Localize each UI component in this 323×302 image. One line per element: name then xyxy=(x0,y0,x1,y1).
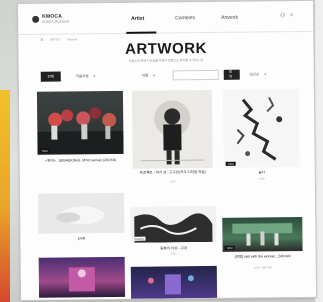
filter-type-select[interactable]: 작품유형 ▾ xyxy=(71,71,111,81)
artwork-image xyxy=(56,206,105,225)
artwork-thumbnail[interactable] xyxy=(38,256,126,298)
page-title: ARTWORK xyxy=(124,40,207,58)
search-icon[interactable]: ⌕ xyxy=(290,12,293,19)
artwork-title[interactable]: 동화의 이상 - 고대 xyxy=(131,246,217,251)
artwork-card[interactable]: Drawing 동화의 이상 - 고대 2020 xyxy=(130,205,217,263)
artwork-image xyxy=(236,96,283,161)
nav-item-contents[interactable]: Contents xyxy=(175,15,195,21)
logo-mark-icon xyxy=(32,15,40,23)
nav-item-artist[interactable]: Artist xyxy=(131,16,144,22)
artwork-meta xyxy=(39,242,125,243)
media-type-badge: Video xyxy=(224,245,235,250)
logo-subtext: KOREA MUSEUM xyxy=(42,19,70,24)
wall-stripe-left xyxy=(0,90,10,302)
artwork-image xyxy=(37,107,124,155)
artwork-thumbnail[interactable]: Video xyxy=(222,89,300,168)
artwork-thumbnail[interactable]: Video xyxy=(36,90,124,155)
media-type-badge: Video xyxy=(39,148,50,153)
artwork-meta: 2016 · 현장 작업 xyxy=(253,266,272,270)
wall-edge-right xyxy=(315,0,323,302)
artwork-image xyxy=(147,274,194,295)
artwork-card[interactable]: Video [관점] visit with the woman _SOHAN 2… xyxy=(222,217,303,274)
top-navigation: KMOCA KOREA MUSEUM Artist Contents Artwo… xyxy=(18,0,314,35)
artwork-thumbnail[interactable] xyxy=(131,89,213,169)
artwork-image xyxy=(140,100,205,165)
artwork-title[interactable]: [관점] visit with the woman _SOHAN xyxy=(223,254,303,259)
search-button[interactable]: 검색 xyxy=(223,69,240,80)
artwork-meta: 2019 xyxy=(259,177,265,181)
artwork-title[interactable]: <위대> : SEBAEK(feat. off tot sense) (2019… xyxy=(38,158,124,163)
artwork-card[interactable] xyxy=(38,256,126,298)
user-icon[interactable]: ⚇ xyxy=(280,12,285,19)
artwork-meta: 2017 xyxy=(170,180,176,184)
artwork-title[interactable]: pmB xyxy=(38,236,124,241)
artwork-card[interactable]: Video <위대> : SEBAEK(feat. off tot sense)… xyxy=(36,90,124,188)
media-type-badge: Drawing xyxy=(132,236,146,241)
artwork-title[interactable]: 숨다 xyxy=(222,170,302,175)
artwork-thumbnail[interactable] xyxy=(37,192,125,234)
active-nav-underline xyxy=(126,31,157,34)
chevron-down-icon: ▾ xyxy=(153,73,155,78)
artwork-thumbnail[interactable] xyxy=(130,265,218,299)
sort-select[interactable]: 최신순 ▾ xyxy=(245,69,281,79)
artwork-title[interactable]: 프로젝트 - 작가 상 : 고구만(작가 디지털 작업) xyxy=(130,170,216,175)
chevron-down-icon: ▾ xyxy=(264,72,267,77)
filter-work-select[interactable]: 작품 ▾ xyxy=(137,70,171,80)
monitor-screen: KMOCA KOREA MUSEUM Artist Contents Artwo… xyxy=(18,0,317,300)
site-logo[interactable]: KMOCA KOREA MUSEUM xyxy=(32,13,70,24)
artwork-meta: 2020 xyxy=(170,252,177,256)
artwork-thumbnail[interactable]: Video xyxy=(222,217,303,252)
search-input[interactable] xyxy=(172,69,219,81)
chevron-down-icon: ▾ xyxy=(93,74,96,79)
artwork-card[interactable]: 프로젝트 - 작가 상 : 고구만(작가 디지털 작업) 2017 xyxy=(129,89,216,187)
artwork-meta xyxy=(38,169,124,170)
filter-all-button[interactable]: 전체 xyxy=(40,71,61,82)
media-type-badge: Video xyxy=(225,161,237,166)
artwork-card[interactable] xyxy=(130,265,218,299)
artwork-image xyxy=(68,267,96,292)
nav-item-artwork[interactable]: Artwork xyxy=(221,15,238,21)
artwork-card[interactable]: pmB xyxy=(37,192,125,250)
artwork-card[interactable]: Video 숨다 2019 xyxy=(221,89,302,190)
artwork-thumbnail[interactable]: Drawing xyxy=(130,205,217,243)
